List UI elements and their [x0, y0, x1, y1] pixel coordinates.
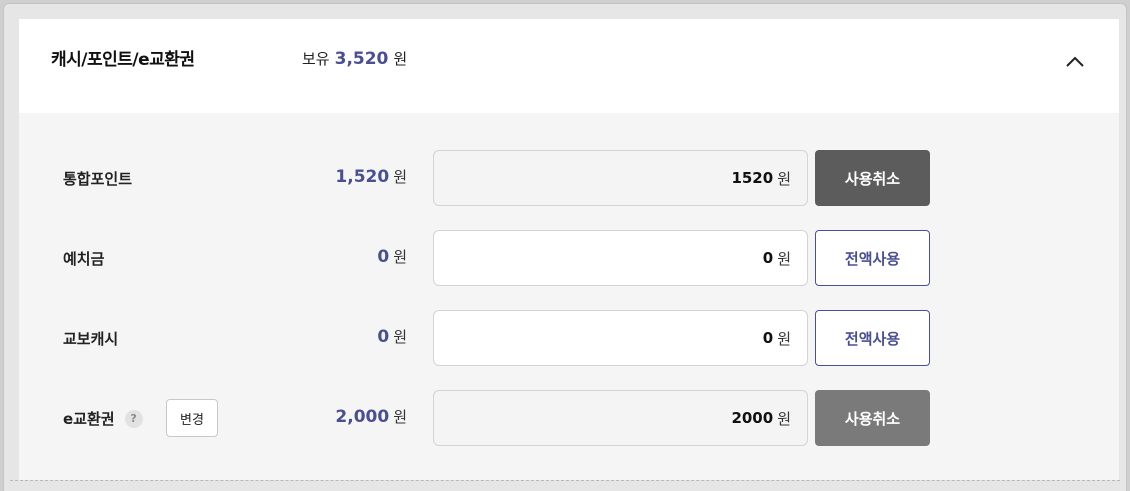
amount-field[interactable]: 원: [433, 390, 808, 446]
change-voucher-button[interactable]: 변경: [166, 399, 218, 437]
row-kyobo-cash: 교보캐시 0 원 원 전액사용: [19, 310, 1119, 366]
cash-point-panel: 캐시/포인트/e교환권 보유 3,520 원 통합포인트 1,520 원 원: [19, 19, 1119, 480]
available-value: 1,520: [335, 167, 390, 187]
use-all-button[interactable]: 전액사용: [815, 310, 930, 366]
collapse-button[interactable]: [1059, 49, 1091, 75]
available-amount: 0 원: [377, 326, 407, 347]
cancel-use-button[interactable]: 사용취소: [815, 390, 930, 446]
available-unit: 원: [393, 248, 407, 266]
row-label: 교보캐시: [63, 330, 119, 348]
amount-input[interactable]: [573, 249, 774, 267]
amount-unit: 원: [777, 249, 791, 268]
available-value: 2,000: [335, 407, 390, 427]
available-unit: 원: [393, 408, 407, 426]
amount-field[interactable]: 원: [433, 230, 808, 286]
available-unit: 원: [393, 168, 407, 186]
divider: [10, 480, 1120, 481]
question-icon[interactable]: ?: [124, 409, 143, 428]
use-all-button[interactable]: 전액사용: [815, 230, 930, 286]
panel-header[interactable]: 캐시/포인트/e교환권 보유 3,520 원: [19, 19, 1119, 113]
balance-label: 보유: [302, 50, 330, 68]
available-amount: 2,000 원: [335, 406, 407, 427]
row-label: 예치금: [63, 250, 105, 268]
amount-field[interactable]: 원: [433, 310, 808, 366]
available-unit: 원: [393, 328, 407, 346]
amount-input[interactable]: [573, 409, 774, 427]
balance-value: 3,520: [334, 49, 389, 69]
amount-unit: 원: [777, 329, 791, 348]
balance-unit: 원: [393, 50, 408, 68]
available-value: 0: [377, 247, 390, 267]
cancel-use-button[interactable]: 사용취소: [815, 150, 930, 206]
panel-frame: 캐시/포인트/e교환권 보유 3,520 원 통합포인트 1,520 원 원: [3, 3, 1127, 491]
amount-unit: 원: [777, 169, 791, 188]
row-e-voucher: e교환권 ? 변경 2,000 원 원 사용취소: [19, 390, 1119, 446]
row-integrated-point: 통합포인트 1,520 원 원 사용취소: [19, 150, 1119, 206]
available-amount: 1,520 원: [335, 166, 407, 187]
chevron-up-icon: [1066, 56, 1084, 67]
amount-unit: 원: [777, 409, 791, 428]
amount-input[interactable]: [573, 169, 774, 187]
amount-input[interactable]: [573, 329, 774, 347]
panel-title: 캐시/포인트/e교환권: [51, 50, 195, 70]
row-deposit: 예치금 0 원 원 전액사용: [19, 230, 1119, 286]
row-label: e교환권: [63, 410, 115, 428]
row-label: 통합포인트: [63, 170, 133, 188]
amount-field[interactable]: 원: [433, 150, 808, 206]
available-value: 0: [377, 327, 390, 347]
row-label-wrap: e교환권 ?: [63, 408, 143, 429]
total-balance: 보유 3,520 원: [302, 48, 407, 69]
available-amount: 0 원: [377, 246, 407, 267]
